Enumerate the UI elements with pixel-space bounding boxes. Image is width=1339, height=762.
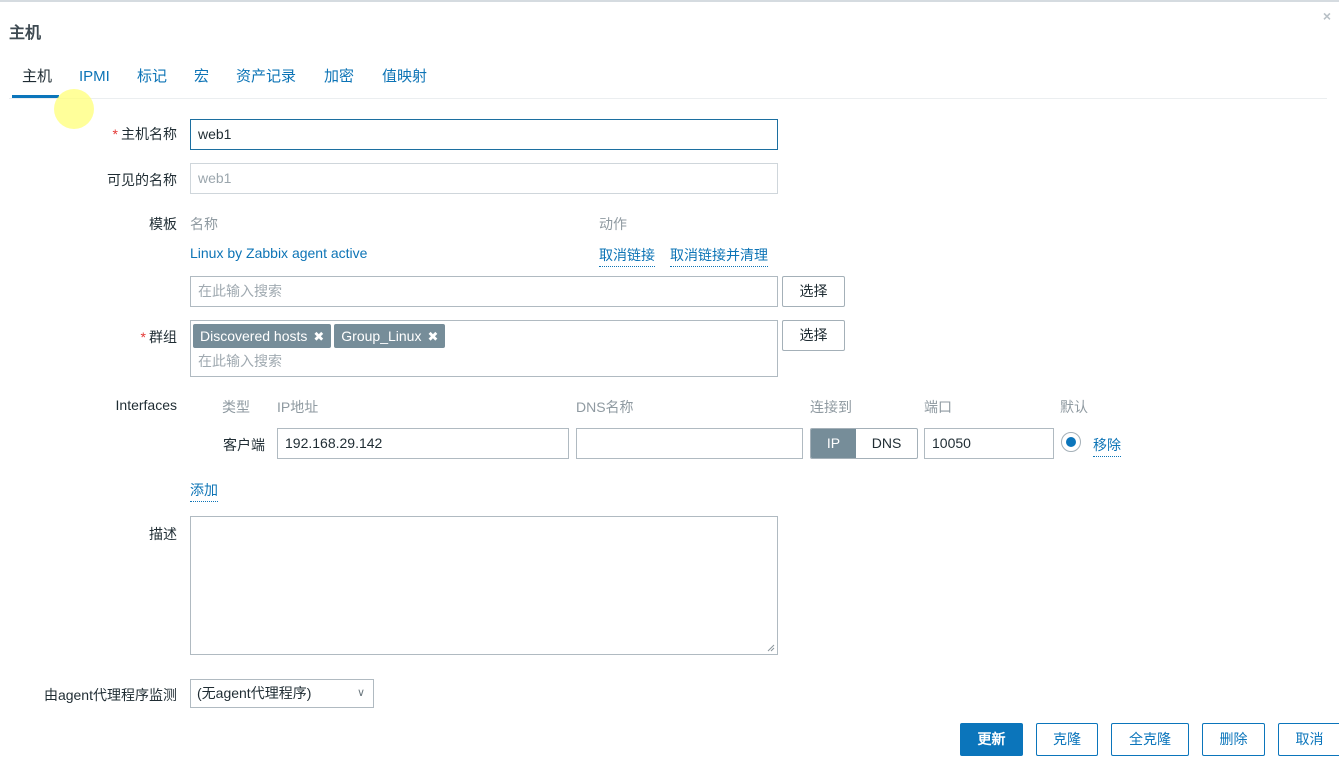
groups-select-button[interactable]: 选择 [782,320,845,351]
proxy-label: 由agent代理程序监测 [43,687,177,703]
required-marker: * [112,126,118,142]
interface-ip-input[interactable]: 192.168.29.142 [277,428,569,459]
tab-macros[interactable]: 宏 [194,66,209,98]
interface-dns-input[interactable] [576,428,803,459]
interfaces-col-type: 类型 [222,399,250,415]
host-name-label: * 主机名称 [112,126,177,142]
interface-type: 客户端 [223,437,265,453]
tab-value-mapping[interactable]: 值映射 [382,66,427,98]
groups-search-input[interactable]: 在此输入搜索 [193,349,775,373]
interfaces-col-default: 默认 [1060,399,1088,415]
connect-ip-option[interactable]: IP [811,429,856,458]
cursor-highlight [54,89,94,129]
interface-port-input[interactable]: 10050 [924,428,1054,459]
remove-tag-icon[interactable]: ✖ [427,329,438,344]
groups-multiselect[interactable]: Discovered hosts ✖ Group_Linux ✖ 在此输入搜索 [190,320,778,377]
default-interface-radio[interactable] [1061,432,1081,452]
tab-encryption[interactable]: 加密 [324,66,354,98]
templates-select-button[interactable]: 选择 [782,276,845,307]
tab-bar: 主机 IPMI 标记 宏 资产记录 加密 值映射 [9,66,1327,99]
chevron-down-icon: ∨ [356,687,365,699]
unlink-button[interactable]: 取消链接 [599,245,655,267]
group-tag: Discovered hosts ✖ [193,324,332,348]
visible-name-label: 可见的名称 [107,172,177,188]
visible-name-input[interactable]: web1 [190,163,778,194]
proxy-selected-value: (无agent代理程序) [197,685,312,701]
clone-button[interactable]: 克隆 [1036,723,1098,756]
description-textarea[interactable] [190,516,778,655]
update-button[interactable]: 更新 [960,723,1023,756]
full-clone-button[interactable]: 全克隆 [1111,723,1189,756]
interfaces-col-ip: IP地址 [277,399,319,415]
delete-button[interactable]: 删除 [1202,723,1265,756]
tab-host[interactable]: 主机 [11,66,60,98]
top-border [0,0,1339,2]
interfaces-label: Interfaces [115,397,177,413]
interfaces-col-dns: DNS名称 [576,399,634,415]
template-link[interactable]: Linux by Zabbix agent active [190,245,367,261]
templates-col-name: 名称 [190,216,218,232]
group-tag: Group_Linux ✖ [334,324,446,348]
tab-inventory[interactable]: 资产记录 [236,66,296,98]
connect-to-toggle: IP DNS [810,428,918,459]
connect-dns-option[interactable]: DNS [856,429,917,458]
description-label: 描述 [149,526,177,542]
unlink-and-clear-button[interactable]: 取消链接并清理 [670,245,768,267]
add-interface-button[interactable]: 添加 [190,480,218,502]
interfaces-col-connect: 连接到 [810,399,852,415]
dialog-title: 主机 [9,25,42,42]
required-marker: * [140,329,146,345]
proxy-select[interactable]: (无agent代理程序) ∨ [190,679,374,708]
templates-label: 模板 [149,216,177,232]
close-icon[interactable]: × [1323,8,1331,24]
cancel-button[interactable]: 取消 [1278,723,1339,756]
groups-label: * 群组 [140,329,177,345]
resize-grip-icon[interactable] [767,644,775,652]
templates-search-input[interactable]: 在此输入搜索 [190,276,778,307]
remove-tag-icon[interactable]: ✖ [313,329,324,344]
remove-interface-button[interactable]: 移除 [1093,435,1121,457]
templates-col-action: 动作 [599,216,627,232]
host-name-input[interactable]: web1 [190,119,778,150]
tab-tags[interactable]: 标记 [137,66,167,98]
interfaces-col-port: 端口 [924,399,952,415]
